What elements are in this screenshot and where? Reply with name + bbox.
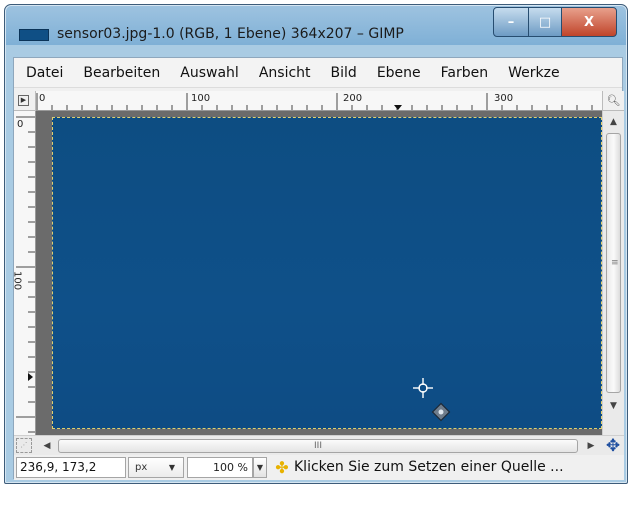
unit-value: px bbox=[135, 462, 148, 473]
window-title: sensor03.jpg-1.0 (RGB, 1 Ebene) 364x207 … bbox=[57, 26, 404, 42]
hruler-label-300: 300 bbox=[494, 93, 513, 104]
zoom-fit-button[interactable]: 🔍︎ bbox=[602, 91, 624, 111]
menu-bild[interactable]: Bild bbox=[321, 65, 367, 81]
menu-werkzeuge[interactable]: Werkze bbox=[498, 65, 569, 81]
close-button[interactable]: X bbox=[561, 7, 617, 37]
pointer-coordinates: 236,9, 173,2 bbox=[16, 457, 126, 478]
minimize-icon: – bbox=[507, 14, 515, 30]
status-message: Klicken Sie zum Setzen einer Quelle ... bbox=[294, 459, 564, 475]
horizontal-scrollbar-row: ⋰ ◀ III ▶ ✥ bbox=[14, 435, 624, 456]
maximize-button[interactable]: □ bbox=[528, 7, 562, 37]
status-bar: 236,9, 173,2 px ▼ 100 % ▼ ✤ Klicken Sie … bbox=[14, 455, 624, 480]
navigate-icon[interactable]: ✥ bbox=[602, 436, 624, 456]
minimize-button[interactable]: – bbox=[493, 7, 529, 37]
hruler-label-200: 200 bbox=[343, 93, 362, 104]
horizontal-ruler-ticks: 0 100 200 300 bbox=[36, 93, 593, 110]
menu-farben[interactable]: Farben bbox=[431, 65, 498, 81]
vertical-ruler[interactable]: 0 100 bbox=[14, 111, 36, 435]
clone-tool-icon: ✤ bbox=[275, 458, 289, 477]
title-bar[interactable]: sensor03.jpg-1.0 (RGB, 1 Ebene) 364x207 … bbox=[5, 5, 627, 45]
vruler-label-100: 100 bbox=[14, 271, 23, 290]
quick-mask-toggle[interactable]: ⋰ bbox=[16, 438, 32, 453]
scroll-up-arrow-icon[interactable]: ▲ bbox=[603, 113, 624, 131]
vruler-label-0: 0 bbox=[17, 119, 23, 130]
menu-auswahl[interactable]: Auswahl bbox=[170, 65, 249, 81]
gimp-app-icon bbox=[19, 29, 49, 41]
close-icon: X bbox=[583, 14, 595, 30]
vertical-scroll-thumb[interactable]: ≡ bbox=[606, 133, 621, 393]
menu-ebene[interactable]: Ebene bbox=[367, 65, 431, 81]
maximize-icon: □ bbox=[538, 14, 552, 30]
chevron-down-icon: ▼ bbox=[168, 463, 175, 472]
image-canvas[interactable] bbox=[52, 117, 602, 429]
clone-cursor-icon bbox=[413, 378, 451, 422]
vruler-pointer-icon bbox=[28, 373, 33, 381]
canvas-area[interactable] bbox=[36, 111, 602, 435]
scroll-left-arrow-icon[interactable]: ◀ bbox=[38, 436, 56, 456]
vertical-scrollbar[interactable]: ▲ ≡ ▼ bbox=[602, 111, 624, 435]
menu-arrow-icon[interactable]: ▶ bbox=[18, 95, 29, 106]
menu-bearbeiten[interactable]: Bearbeiten bbox=[73, 65, 170, 81]
grip-icon: ≡ bbox=[611, 258, 619, 268]
image-window-client: Datei Bearbeiten Auswahl Ansicht Bild Eb… bbox=[13, 57, 624, 480]
menu-datei[interactable]: Datei bbox=[14, 65, 73, 81]
horizontal-ruler[interactable]: 0 100 200 300 bbox=[36, 91, 602, 111]
menu-ansicht[interactable]: Ansicht bbox=[249, 65, 321, 81]
gimp-window: sensor03.jpg-1.0 (RGB, 1 Ebene) 364x207 … bbox=[4, 4, 628, 484]
zoom-dropdown-button[interactable]: ▼ bbox=[253, 457, 267, 478]
zoom-input[interactable]: 100 % bbox=[187, 457, 253, 478]
horizontal-scroll-thumb[interactable]: III bbox=[58, 439, 578, 453]
menu-bar: Datei Bearbeiten Auswahl Ansicht Bild Eb… bbox=[14, 58, 622, 88]
ruler-corner[interactable]: ▶ bbox=[14, 91, 36, 111]
zoom-icon: 🔍︎ bbox=[606, 94, 621, 107]
unit-select[interactable]: px ▼ bbox=[128, 457, 184, 478]
hruler-pointer-icon bbox=[394, 105, 402, 110]
hruler-label-100: 100 bbox=[191, 93, 210, 104]
hruler-label-0: 0 bbox=[39, 93, 45, 104]
vertical-ruler-ticks: 0 100 bbox=[14, 116, 35, 433]
scroll-down-arrow-icon[interactable]: ▼ bbox=[603, 397, 624, 415]
scroll-right-arrow-icon[interactable]: ▶ bbox=[582, 436, 600, 456]
